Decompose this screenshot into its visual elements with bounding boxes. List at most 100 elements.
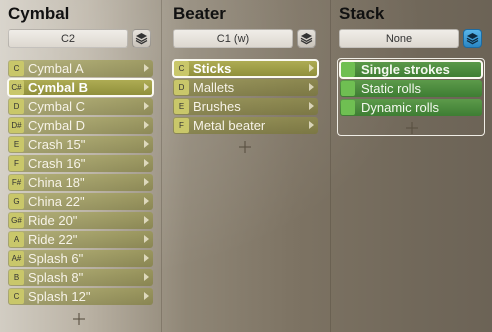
cymbal-key-field[interactable]: C2 bbox=[8, 29, 128, 48]
stack-box: Single strokes Static rolls Dynamic rolls bbox=[337, 58, 485, 136]
chevron-right-icon[interactable] bbox=[144, 140, 149, 148]
cymbal-column: Cymbal C2 C Cymbal A C# Cymbal B D Cymbal C D#… bbox=[0, 0, 160, 332]
cymbal-list-item[interactable]: D Cymbal C bbox=[8, 98, 153, 115]
column-divider bbox=[161, 0, 162, 332]
beater-add-icon[interactable] bbox=[239, 141, 251, 153]
cymbal-list-item[interactable]: C# Cymbal B bbox=[7, 78, 154, 97]
beater-list-item[interactable]: F Metal beater bbox=[173, 117, 318, 134]
cymbal-layers-button[interactable] bbox=[132, 29, 151, 48]
layers-icon bbox=[135, 33, 148, 45]
stack-layers-button[interactable] bbox=[463, 29, 482, 48]
note-badge: F# bbox=[9, 175, 24, 190]
note-badge: C bbox=[9, 61, 24, 76]
note-badge: F bbox=[174, 118, 189, 133]
note-badge: D# bbox=[9, 118, 24, 133]
note-badge: D bbox=[9, 99, 24, 114]
color-swatch bbox=[341, 62, 355, 77]
note-badge: B bbox=[9, 270, 24, 285]
beater-list: C Sticks D Mallets E Brushes F Metal beater bbox=[172, 59, 319, 136]
chevron-right-icon[interactable] bbox=[144, 292, 149, 300]
chevron-right-icon[interactable] bbox=[144, 254, 149, 262]
note-badge: G# bbox=[9, 213, 24, 228]
beater-item-label: Mallets bbox=[193, 80, 235, 95]
cymbal-list-item[interactable]: E Crash 15" bbox=[8, 136, 153, 153]
chevron-right-icon[interactable] bbox=[144, 121, 149, 129]
cymbal-list-item[interactable]: G# Ride 20" bbox=[8, 212, 153, 229]
beater-item-label: Metal beater bbox=[193, 118, 266, 133]
cymbal-item-label: Crash 16" bbox=[28, 156, 86, 171]
note-badge: A bbox=[9, 232, 24, 247]
chevron-right-icon[interactable] bbox=[144, 235, 149, 243]
stack-add-icon[interactable] bbox=[406, 122, 418, 134]
cymbal-list-item[interactable]: D# Cymbal D bbox=[8, 117, 153, 134]
note-badge: G bbox=[9, 194, 24, 209]
layers-icon bbox=[300, 33, 313, 45]
color-swatch bbox=[341, 100, 355, 115]
chevron-right-icon[interactable] bbox=[144, 197, 149, 205]
layers-icon bbox=[466, 33, 479, 45]
chevron-right-icon[interactable] bbox=[144, 159, 149, 167]
chevron-right-icon[interactable] bbox=[144, 64, 149, 72]
chevron-right-icon[interactable] bbox=[144, 83, 149, 91]
cymbal-list-item[interactable]: A Ride 22" bbox=[8, 231, 153, 248]
cymbal-add-icon[interactable] bbox=[73, 313, 85, 325]
beater-title: Beater bbox=[173, 4, 226, 23]
beater-list-item[interactable]: D Mallets bbox=[173, 79, 318, 96]
cymbal-selector: C2 bbox=[8, 29, 151, 48]
cymbal-item-label: Ride 20" bbox=[28, 213, 78, 228]
stack-field[interactable]: None bbox=[339, 29, 459, 48]
beater-list-item[interactable]: E Brushes bbox=[173, 98, 318, 115]
color-swatch bbox=[341, 81, 355, 96]
cymbal-list-item[interactable]: A# Splash 6" bbox=[8, 250, 153, 267]
cymbal-item-label: Cymbal C bbox=[28, 99, 86, 114]
stack-item-label: Static rolls bbox=[361, 81, 421, 96]
note-badge: C# bbox=[9, 80, 24, 95]
chevron-right-icon[interactable] bbox=[144, 273, 149, 281]
cymbal-item-label: Splash 6" bbox=[28, 251, 84, 266]
cymbal-item-label: China 22" bbox=[28, 194, 85, 209]
stack-selector: None bbox=[339, 29, 482, 48]
cymbal-item-label: Crash 15" bbox=[28, 137, 86, 152]
stack-column: Stack None Single strokes Static rolls Dyn… bbox=[331, 0, 492, 332]
beater-item-label: Brushes bbox=[193, 99, 241, 114]
cymbal-list-item[interactable]: C Cymbal A bbox=[8, 60, 153, 77]
stack-list-item[interactable]: Dynamic rolls bbox=[340, 99, 482, 116]
chevron-right-icon[interactable] bbox=[309, 121, 314, 129]
cymbal-list-item[interactable]: G China 22" bbox=[8, 193, 153, 210]
stack-item-label: Single strokes bbox=[361, 62, 450, 77]
note-badge: F bbox=[9, 156, 24, 171]
note-badge: C bbox=[9, 289, 24, 304]
cymbal-item-label: Splash 12" bbox=[28, 289, 91, 304]
note-badge: C bbox=[174, 61, 189, 76]
cymbal-item-label: Cymbal D bbox=[28, 118, 86, 133]
beater-selector: C1 (w) bbox=[173, 29, 316, 48]
beater-list-item[interactable]: C Sticks bbox=[172, 59, 319, 78]
chevron-right-icon[interactable] bbox=[144, 102, 149, 110]
beater-item-label: Sticks bbox=[193, 61, 232, 76]
chevron-right-icon[interactable] bbox=[309, 102, 314, 110]
cymbal-list-item[interactable]: F Crash 16" bbox=[8, 155, 153, 172]
cymbal-title: Cymbal bbox=[8, 4, 70, 23]
cymbal-item-label: Splash 8" bbox=[28, 270, 84, 285]
beater-column: Beater C1 (w) C Sticks D Mallets E Brushes F Me… bbox=[165, 0, 330, 332]
cymbal-item-label: Cymbal B bbox=[28, 80, 88, 95]
chevron-right-icon[interactable] bbox=[309, 83, 314, 91]
stack-list-item[interactable]: Static rolls bbox=[340, 80, 482, 97]
note-badge: A# bbox=[9, 251, 24, 266]
note-badge: D bbox=[174, 80, 189, 95]
cymbal-list-item[interactable]: F# China 18" bbox=[8, 174, 153, 191]
cymbal-item-label: Ride 22" bbox=[28, 232, 78, 247]
stack-list-item[interactable]: Single strokes bbox=[339, 60, 483, 79]
cymbal-list-item[interactable]: B Splash 8" bbox=[8, 269, 153, 286]
chevron-right-icon[interactable] bbox=[309, 64, 314, 72]
note-badge: E bbox=[174, 99, 189, 114]
beater-layers-button[interactable] bbox=[297, 29, 316, 48]
chevron-right-icon[interactable] bbox=[144, 178, 149, 186]
chevron-right-icon[interactable] bbox=[144, 216, 149, 224]
beater-key-field[interactable]: C1 (w) bbox=[173, 29, 293, 48]
cymbal-list: C Cymbal A C# Cymbal B D Cymbal C D# Cymbal DEC… bbox=[7, 60, 154, 307]
note-badge: E bbox=[9, 137, 24, 152]
cymbal-item-label: Cymbal A bbox=[28, 61, 84, 76]
cymbal-list-item[interactable]: C Splash 12" bbox=[8, 288, 153, 305]
stack-title: Stack bbox=[339, 4, 385, 23]
